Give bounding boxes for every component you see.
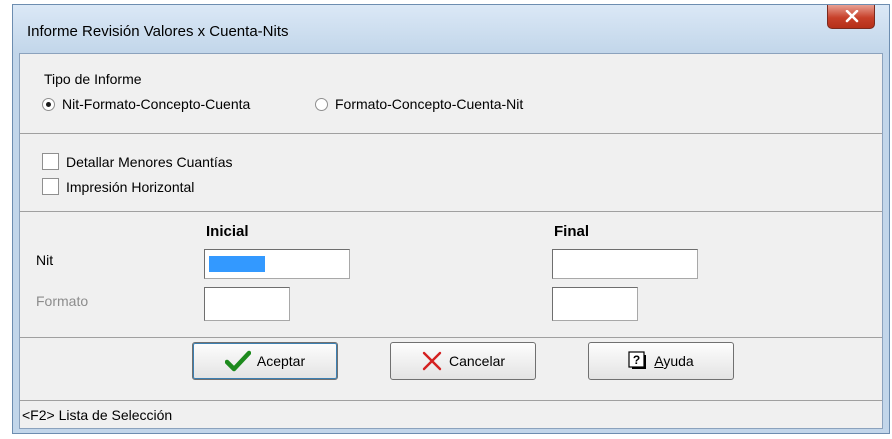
nit-inicial-input[interactable] — [204, 249, 350, 279]
detallar-checkbox[interactable] — [42, 153, 59, 170]
close-button[interactable] — [827, 5, 875, 29]
text-selection-highlight — [209, 256, 265, 272]
radio-formato-concepto-label[interactable]: Formato-Concepto-Cuenta-Nit — [335, 96, 523, 112]
formato-final-input[interactable] — [552, 287, 638, 321]
formato-label: Formato — [36, 293, 89, 309]
formato-inicial-input[interactable] — [204, 287, 290, 321]
aceptar-button[interactable]: Aceptar — [192, 342, 338, 380]
ayuda-button[interactable]: ? Ayuda — [588, 342, 734, 380]
help-question-icon: ? — [628, 351, 648, 371]
divider — [20, 133, 882, 134]
radio-nit-formato[interactable] — [42, 98, 55, 111]
window-title: Informe Revisión Valores x Cuenta-Nits — [27, 23, 289, 40]
detallar-label[interactable]: Detallar Menores Cuantías — [66, 154, 233, 170]
tipo-informe-label: Tipo de Informe — [44, 71, 142, 87]
title-bar[interactable]: Informe Revisión Valores x Cuenta-Nits — [13, 5, 889, 53]
horizontal-label[interactable]: Impresión Horizontal — [66, 179, 194, 195]
nit-label: Nit — [36, 252, 54, 268]
ayuda-label: Ayuda — [654, 353, 693, 369]
aceptar-label: Aceptar — [256, 353, 306, 369]
divider — [20, 211, 882, 212]
status-bar: <F2> Lista de Selección — [20, 400, 882, 428]
cancelar-label: Cancelar — [448, 353, 506, 369]
status-text: <F2> Lista de Selección — [22, 407, 173, 423]
tipo-informe-group: Tipo de Informe Nit-Formato-Concepto-Cue… — [20, 54, 882, 132]
svg-text:?: ? — [633, 353, 640, 367]
close-icon — [845, 10, 859, 23]
cancelar-button[interactable]: Cancelar — [390, 342, 536, 380]
inicial-header: Inicial — [206, 223, 249, 240]
radio-formato-concepto[interactable] — [315, 98, 328, 111]
ayuda-mnemonic: A — [654, 353, 664, 369]
dialog-client-area: Tipo de Informe Nit-Formato-Concepto-Cue… — [19, 53, 883, 429]
radio-nit-formato-label[interactable]: Nit-Formato-Concepto-Cuenta — [62, 96, 250, 112]
nit-final-input[interactable] — [552, 249, 698, 279]
ayuda-label-rest: yuda — [663, 353, 694, 369]
checkmark-icon — [224, 350, 251, 372]
dialog-window: Informe Revisión Valores x Cuenta-Nits T… — [12, 4, 890, 434]
final-header: Final — [554, 223, 590, 240]
divider — [20, 337, 882, 338]
horizontal-checkbox[interactable] — [42, 178, 59, 195]
cancel-x-icon — [421, 350, 443, 372]
